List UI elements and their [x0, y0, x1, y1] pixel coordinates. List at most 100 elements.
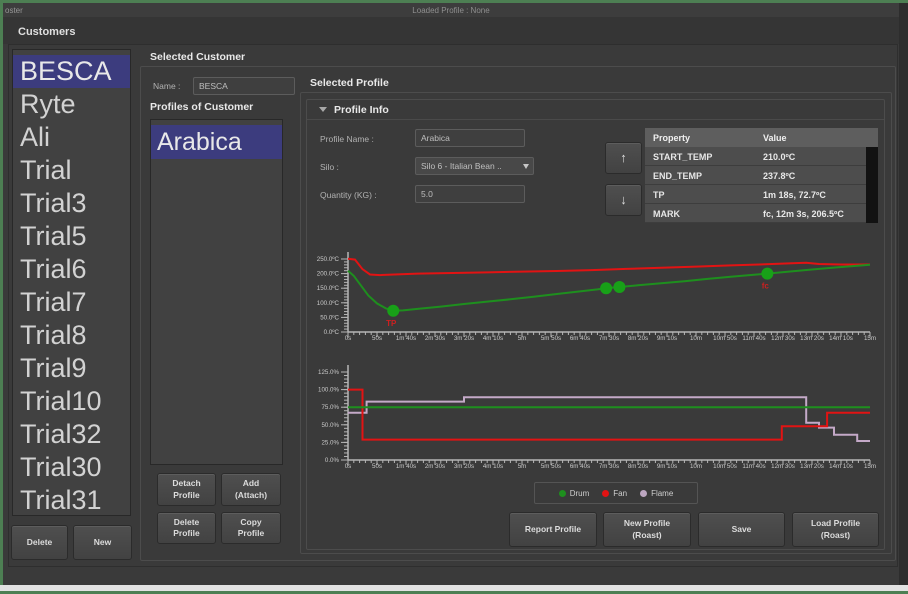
svg-text:11m 40s: 11m 40s [742, 335, 765, 342]
move-up-button[interactable]: ↑ [605, 142, 642, 174]
profiles-list[interactable]: Arabica [150, 119, 283, 465]
customer-list-item[interactable]: Trial7 [13, 286, 130, 319]
table-row[interactable]: START_TEMP210.0ºC [645, 147, 866, 166]
quantity-input[interactable]: 5.0 [415, 185, 525, 203]
profile-name-input[interactable]: Arabica [415, 129, 525, 147]
customer-list-item[interactable]: Trial3 [13, 187, 130, 220]
customer-list-item[interactable]: BESCA [13, 55, 130, 88]
chevron-down-icon [319, 107, 327, 112]
detach-profile-button[interactable]: Detach Profile [157, 473, 216, 506]
legend-item: Drum [559, 489, 590, 498]
report-profile-button[interactable]: Report Profile [509, 512, 597, 547]
legend-item: Flame [640, 489, 673, 498]
customer-list-item[interactable]: Trial8 [13, 319, 130, 352]
chart-legend: Drum Fan Flame [534, 482, 698, 504]
svg-text:5m: 5m [518, 463, 527, 470]
svg-text:13m 20s: 13m 20s [800, 463, 824, 470]
save-button[interactable]: Save [698, 512, 785, 547]
new-customer-button[interactable]: New [73, 525, 132, 560]
svg-text:50.0ºC: 50.0ºC [320, 314, 339, 321]
dropdown-arrow-icon [523, 164, 529, 169]
svg-text:100.0ºC: 100.0ºC [317, 300, 340, 307]
customer-list-item[interactable]: Ali [13, 121, 130, 154]
svg-text:15m: 15m [864, 335, 876, 342]
customer-list-item[interactable]: Trial5 [13, 220, 130, 253]
temperature-chart: 0s50s1m 40s2m 30s3m 20s4m 10s5m5m 50s6m … [325, 246, 883, 350]
svg-text:14m 10s: 14m 10s [829, 463, 853, 470]
silo-select[interactable]: Silo 6 - Italian Bean .. [415, 157, 534, 175]
table-row[interactable]: TP1m 18s, 72.7ºC [645, 185, 866, 204]
customer-list-item[interactable]: Trial31 [13, 484, 130, 516]
event-marker [761, 268, 773, 280]
svg-text:14m 10s: 14m 10s [829, 335, 853, 342]
customer-list-item[interactable]: Ryte [13, 88, 130, 121]
svg-text:1m 40s: 1m 40s [396, 463, 416, 470]
flame-legend-dot-icon [640, 490, 647, 497]
quantity-label: Quantity (KG) : [320, 190, 377, 200]
svg-text:50.0%: 50.0% [321, 422, 339, 429]
svg-text:TP: TP [386, 319, 397, 328]
table-cell-property: END_TEMP [653, 171, 702, 181]
add-attach-profile-button[interactable]: Add (Attach) [221, 473, 281, 506]
profile-list-item[interactable]: Arabica [151, 125, 282, 159]
svg-text:1m 40s: 1m 40s [396, 335, 416, 342]
svg-text:6m 40s: 6m 40s [570, 335, 590, 342]
svg-text:4m 10s: 4m 10s [483, 463, 503, 470]
customer-list-item[interactable]: Trial9 [13, 352, 130, 385]
svg-text:250.0ºC: 250.0ºC [317, 256, 340, 263]
customers-section-label: Customers [18, 26, 75, 38]
column-header-value: Value [763, 133, 787, 143]
svg-text:100.0%: 100.0% [318, 387, 339, 394]
properties-table-body: START_TEMP210.0ºC END_TEMP 237.8ºC TP1m 18s… [645, 147, 866, 223]
table-cell-property: START_TEMP [653, 152, 712, 162]
legend-label: Fan [613, 489, 627, 498]
svg-text:150.0ºC: 150.0ºC [317, 285, 340, 292]
customer-list-item[interactable]: Trial30 [13, 451, 130, 484]
svg-text:15m: 15m [864, 463, 876, 470]
selected-customer-title: Selected Customer [150, 51, 245, 63]
legend-item: Fan [602, 489, 627, 498]
svg-text:50s: 50s [372, 463, 382, 470]
customer-list-item[interactable]: Trial10 [13, 385, 130, 418]
svg-text:11m 40s: 11m 40s [742, 463, 765, 470]
svg-text:12m 30s: 12m 30s [771, 335, 795, 342]
svg-text:5m: 5m [518, 335, 527, 342]
load-profile-roast-button[interactable]: Load Profile (Roast) [792, 512, 879, 547]
svg-text:8m 20s: 8m 20s [628, 463, 648, 470]
customer-list[interactable]: BESCARyteAliTrialTrial3Trial5Trial6Trial… [12, 49, 131, 516]
flame-line [348, 397, 870, 441]
legend-label: Flame [651, 489, 673, 498]
customer-list-item[interactable]: Trial [13, 154, 130, 187]
new-profile-roast-button[interactable]: New Profile (Roast) [603, 512, 691, 547]
customer-list-item[interactable]: Trial6 [13, 253, 130, 286]
move-down-button[interactable]: ↓ [605, 184, 642, 216]
event-marker [613, 281, 625, 293]
profile-name-label: Profile Name : [320, 134, 374, 144]
selected-profile-title: Selected Profile [310, 77, 389, 89]
app-window: oster Loaded Profile : None Customers BE… [0, 0, 908, 594]
table-row[interactable]: MARKfc, 12m 3s, 206.5ºC [645, 204, 866, 223]
svg-text:3m 20s: 3m 20s [454, 335, 474, 342]
svg-text:200.0ºC: 200.0ºC [317, 271, 340, 278]
copy-profile-button[interactable]: Copy Profile [221, 512, 281, 544]
table-scrollbar[interactable] [866, 147, 878, 223]
fan-legend-dot-icon [602, 490, 609, 497]
header-band [3, 17, 899, 44]
table-cell-value: fc, 12m 3s, 206.5ºC [763, 209, 844, 219]
event-marker [600, 282, 612, 294]
table-cell-value: 237.8ºC [763, 171, 795, 181]
delete-customer-button[interactable]: Delete [11, 525, 68, 560]
customer-name-input[interactable]: BESCA [193, 77, 295, 95]
delete-profile-button[interactable]: Delete Profile [157, 512, 216, 544]
customer-list-item[interactable]: Trial32 [13, 418, 130, 451]
table-cell-value: 1m 18s, 72.7ºC [763, 190, 826, 200]
svg-text:12m 30s: 12m 30s [771, 463, 795, 470]
svg-text:0.0%: 0.0% [325, 457, 340, 464]
profile-info-header[interactable]: Profile Info [307, 100, 884, 120]
table-row[interactable]: END_TEMP 237.8ºC [645, 166, 866, 185]
event-marker [387, 305, 399, 317]
silo-label: Silo : [320, 162, 339, 172]
svg-text:5m 50s: 5m 50s [541, 463, 561, 470]
silo-select-value: Silo 6 - Italian Bean .. [421, 161, 502, 171]
svg-text:8m 20s: 8m 20s [628, 335, 648, 342]
